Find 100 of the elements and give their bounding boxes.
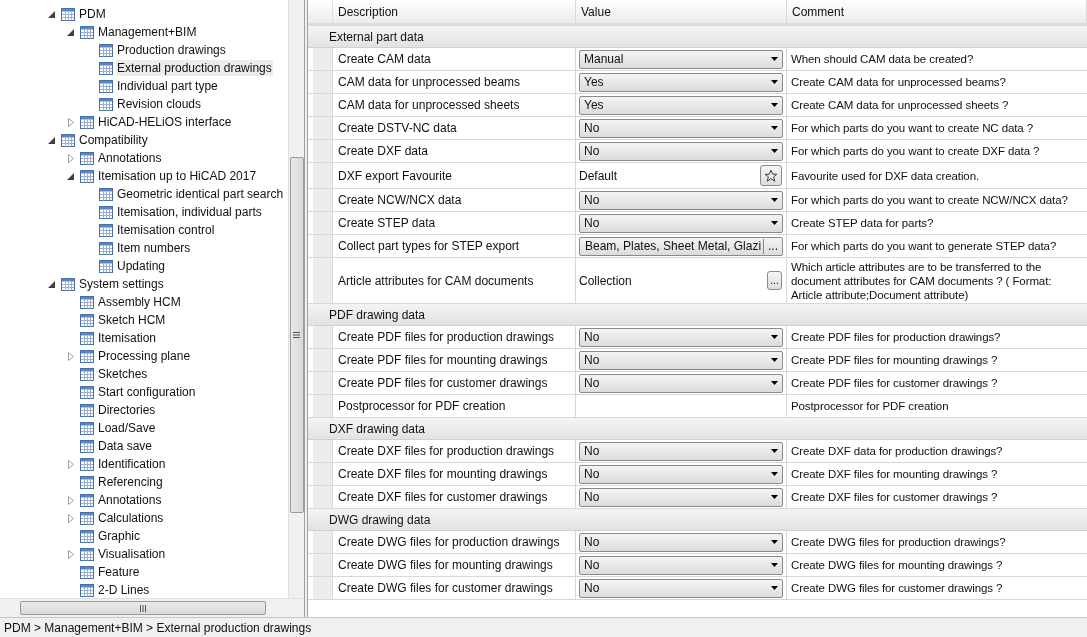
column-header[interactable]: Comment xyxy=(787,0,1087,23)
tree-item[interactable]: Start configuration xyxy=(97,384,197,400)
value-dropdown[interactable]: No xyxy=(579,441,783,461)
tree-item[interactable]: Itemisation xyxy=(97,330,158,346)
collapsed-arrow-icon[interactable] xyxy=(67,351,74,361)
tree-item[interactable]: Sketch HCM xyxy=(97,312,167,328)
tree-item[interactable]: Graphic xyxy=(97,528,142,544)
tree-item[interactable]: Management+BIM xyxy=(97,24,198,40)
tree-item[interactable]: Compatibility xyxy=(78,132,149,148)
tree-item[interactable]: Load/Save xyxy=(97,420,157,436)
tree-item[interactable]: Referencing xyxy=(97,474,164,490)
row-header[interactable] xyxy=(313,554,333,576)
vertical-scrollbar[interactable] xyxy=(288,0,304,598)
value-picker-field[interactable]: Beam, Plates, Sheet Metal, Glazi ... xyxy=(579,236,783,256)
value-dropdown[interactable]: No xyxy=(579,487,783,507)
value-dropdown[interactable]: Yes xyxy=(579,72,783,92)
scrollbar-thumb[interactable] xyxy=(289,157,304,513)
row-header[interactable] xyxy=(313,440,333,462)
collapsed-arrow-icon[interactable] xyxy=(67,549,74,559)
favourite-button[interactable] xyxy=(760,165,782,186)
value-dropdown[interactable]: No xyxy=(579,118,783,138)
row-header[interactable] xyxy=(313,71,333,93)
value-dropdown[interactable]: No xyxy=(579,373,783,393)
tree-item[interactable]: 2-D Lines xyxy=(97,582,151,598)
expanded-arrow-icon[interactable] xyxy=(67,28,74,36)
value-dropdown[interactable]: No xyxy=(579,464,783,484)
tree-item[interactable]: Identification xyxy=(97,456,167,472)
row-header[interactable] xyxy=(313,258,333,303)
value-dropdown[interactable]: No xyxy=(579,190,783,210)
tree-item[interactable]: Individual part type xyxy=(116,78,219,94)
group-header[interactable]: DWG drawing data xyxy=(308,509,1087,531)
collapsed-arrow-icon[interactable] xyxy=(67,513,74,523)
value-dropdown[interactable]: No xyxy=(579,213,783,233)
tree-item[interactable]: Annotations xyxy=(97,492,163,508)
column-header[interactable]: Value xyxy=(576,0,787,23)
expanded-arrow-icon[interactable] xyxy=(48,280,55,288)
row-header[interactable] xyxy=(313,48,333,70)
tree-item[interactable]: Itemisation control xyxy=(116,222,216,238)
row-header[interactable] xyxy=(313,117,333,139)
row-header[interactable] xyxy=(313,395,333,417)
scrollbar-thumb[interactable] xyxy=(20,601,266,615)
star-icon xyxy=(764,168,778,183)
column-header[interactable]: Description xyxy=(333,0,576,23)
table-icon xyxy=(99,205,113,219)
value-dropdown[interactable]: Manual xyxy=(579,49,783,69)
tree-item[interactable]: Processing plane xyxy=(97,348,192,364)
tree-item[interactable]: Assembly HCM xyxy=(97,294,182,310)
row-header[interactable] xyxy=(313,349,333,371)
tree-item[interactable]: Feature xyxy=(97,564,141,580)
row-header[interactable] xyxy=(313,463,333,485)
tree-item[interactable]: Updating xyxy=(116,258,167,274)
collapsed-arrow-icon[interactable] xyxy=(67,117,74,127)
group-header[interactable]: PDF drawing data xyxy=(308,304,1087,326)
tree-item[interactable]: Sketches xyxy=(97,366,149,382)
row-header[interactable] xyxy=(313,531,333,553)
row-header[interactable] xyxy=(313,94,333,116)
row-header[interactable] xyxy=(313,140,333,162)
tree-item[interactable]: PDM xyxy=(78,6,107,22)
value-dropdown[interactable]: No xyxy=(579,555,783,575)
value-dropdown[interactable]: No xyxy=(579,532,783,552)
tree-item[interactable]: Visualisation xyxy=(97,546,167,562)
dropdown-arrow-icon xyxy=(771,335,778,339)
tree-item[interactable]: Production drawings xyxy=(116,42,227,58)
collapsed-arrow-icon[interactable] xyxy=(67,153,74,163)
tree-item[interactable]: Directories xyxy=(97,402,157,418)
tree-item[interactable]: HiCAD-HELiOS interface xyxy=(97,114,233,130)
tree-item[interactable]: Item numbers xyxy=(116,240,192,256)
collapsed-arrow-icon[interactable] xyxy=(67,459,74,469)
value-dropdown[interactable]: No xyxy=(579,327,783,347)
value-dropdown[interactable]: No xyxy=(579,141,783,161)
row-header[interactable] xyxy=(313,163,333,188)
row-header[interactable] xyxy=(313,235,333,257)
row-header[interactable] xyxy=(313,326,333,348)
value-dropdown[interactable]: No xyxy=(579,578,783,598)
expanded-arrow-icon[interactable] xyxy=(67,172,74,180)
row-header[interactable] xyxy=(313,577,333,599)
expanded-arrow-icon[interactable] xyxy=(48,10,55,18)
tree-item[interactable]: Annotations xyxy=(97,150,163,166)
group-header[interactable]: External part data xyxy=(308,26,1087,48)
group-header[interactable]: DXF drawing data xyxy=(308,418,1087,440)
row-header[interactable] xyxy=(313,372,333,394)
tree-item[interactable]: Calculations xyxy=(97,510,165,526)
tree-item[interactable]: Itemisation, individual parts xyxy=(116,204,263,220)
row-header[interactable] xyxy=(313,189,333,211)
tree-item[interactable]: Data save xyxy=(97,438,154,454)
ellipsis-button[interactable]: ... xyxy=(767,271,782,290)
row-header[interactable] xyxy=(313,486,333,508)
row-header[interactable] xyxy=(313,212,333,234)
expanded-arrow-icon[interactable] xyxy=(48,136,55,144)
value-dropdown[interactable]: No xyxy=(579,350,783,370)
collapsed-arrow-icon[interactable] xyxy=(67,495,74,505)
tree-item[interactable]: Geometric identical part search xyxy=(116,186,285,202)
value-dropdown[interactable]: Yes xyxy=(579,95,783,115)
horizontal-scrollbar[interactable] xyxy=(0,598,304,617)
tree-item[interactable]: Itemisation up to HiCAD 2017 xyxy=(97,168,258,184)
tree-item[interactable]: System settings xyxy=(78,276,165,292)
grip-icon xyxy=(140,604,146,612)
tree-item[interactable]: Revision clouds xyxy=(116,96,203,112)
tree-item[interactable]: External production drawings xyxy=(116,60,273,76)
table-icon xyxy=(80,295,94,309)
